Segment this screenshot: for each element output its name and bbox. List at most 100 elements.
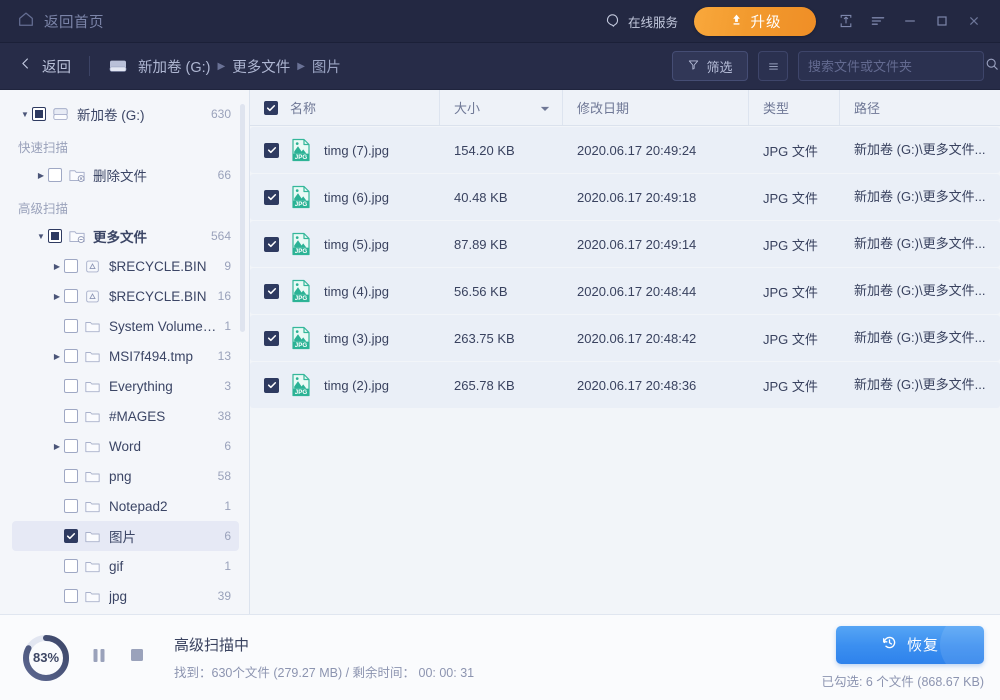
row-checkbox[interactable] [264,237,279,252]
tree-item-count: 16 [218,289,231,303]
home-icon [17,10,35,33]
column-header-type[interactable]: 类型 [749,90,840,125]
back-label: 返回 [42,56,71,77]
tree-checkbox[interactable] [64,379,78,393]
caret-down-icon[interactable] [540,100,550,115]
tree-item-3[interactable]: ▶$RECYCLE.BIN16 [12,281,239,311]
cell-type: JPG 文件 [749,329,840,348]
tree-item-6[interactable]: ▶Everything3 [12,371,239,401]
expand-arrow-icon[interactable]: ▶ [50,442,64,451]
tree-item-4[interactable]: ▶System Volume Inf...1 [12,311,239,341]
cell-size: 265.78 KB [440,378,563,393]
table-row[interactable]: JPGtimg (3).jpg263.75 KB2020.06.17 20:48… [250,315,1000,361]
menu-icon[interactable] [862,0,894,43]
table-row[interactable]: JPGtimg (4).jpg56.56 KB2020.06.17 20:48:… [250,268,1000,314]
cell-size: 87.89 KB [440,237,563,252]
tree-item-5[interactable]: ▶MSI7f494.tmp13 [12,341,239,371]
hard-drive-icon [52,107,70,122]
column-header-size[interactable]: 大小 [440,90,563,125]
table-row[interactable]: JPGtimg (5).jpg87.89 KB2020.06.17 20:49:… [250,221,1000,267]
breadcrumb-item-0[interactable]: 新加卷 (G:) [138,56,211,77]
table-row[interactable]: JPGtimg (6).jpg40.48 KB2020.06.17 20:49:… [250,174,1000,220]
tree-item-12[interactable]: ▶gif1 [12,551,239,581]
upgrade-button[interactable]: 升级 [694,7,816,36]
expand-arrow-icon[interactable]: ▶ [50,352,64,361]
table-row[interactable]: JPGtimg (2).jpg265.78 KB2020.06.17 20:48… [250,362,1000,408]
search-icon[interactable] [984,56,1000,77]
row-checkbox[interactable] [264,378,279,393]
tree-group-title-1: 高级扫描 [0,190,249,221]
column-header-name[interactable]: 名称 [250,90,440,125]
tree-checkbox[interactable] [48,168,62,182]
filter-button[interactable]: 筛选 [672,51,748,81]
upgrade-arrow-icon [729,12,744,31]
tree-checkbox[interactable] [48,229,62,243]
breadcrumb-item-1[interactable]: 更多文件 [232,56,290,77]
sidebar-scrollbar[interactable] [240,104,245,332]
tree-item-8[interactable]: ▶Word6 [12,431,239,461]
tree-item-root[interactable]: ▼新加卷 (G:)630 [12,99,239,129]
back-button[interactable]: 返回 [18,56,71,77]
column-header-date[interactable]: 修改日期 [563,90,749,125]
pause-button[interactable] [86,645,112,671]
tree-item-1[interactable]: ▼更多文件564 [12,221,239,251]
tree-item-label: #MAGES [109,409,210,424]
scan-status: 高级扫描中 找到：630个文件 (279.27 MB) / 剩余时间： 00: … [174,634,474,681]
tree-checkbox[interactable] [64,349,78,363]
cell-path: 新加卷 (G:)\更多文件... [840,315,1000,361]
expand-arrow-icon[interactable]: ▼ [18,110,32,119]
tree-item-13[interactable]: ▶jpg39 [12,581,239,611]
tree-item-11[interactable]: ▶图片6 [12,521,239,551]
tree-checkbox[interactable] [64,409,78,423]
tree-checkbox[interactable] [32,107,46,121]
tree-item-2[interactable]: ▶$RECYCLE.BIN9 [12,251,239,281]
stop-button[interactable] [124,645,150,671]
tree-checkbox[interactable] [64,259,78,273]
tree-checkbox[interactable] [64,559,78,573]
list-view-icon[interactable] [758,51,788,81]
tree-checkbox[interactable] [64,499,78,513]
deleted-folder-icon [68,167,86,183]
row-checkbox[interactable] [264,143,279,158]
search-box[interactable] [798,51,984,81]
close-icon[interactable] [958,0,990,43]
table-row[interactable]: JPGtimg (7).jpg154.20 KB2020.06.17 20:49… [250,127,1000,173]
column-header-type-label: 类型 [763,98,789,117]
minimize-icon[interactable] [894,0,926,43]
cell-name: JPGtimg (3).jpg [250,326,440,350]
tree-checkbox[interactable] [64,439,78,453]
export-icon[interactable] [830,0,862,43]
row-checkbox[interactable] [264,190,279,205]
maximize-icon[interactable] [926,0,958,43]
search-input[interactable] [808,59,984,74]
jpg-file-icon: JPG [290,326,312,350]
tree-checkbox[interactable] [64,469,78,483]
jpg-file-icon: JPG [290,185,312,209]
recover-button[interactable]: 恢复 [836,626,984,664]
expand-arrow-icon[interactable]: ▶ [34,171,48,180]
tree-item-7[interactable]: ▶#MAGES38 [12,401,239,431]
online-service-button[interactable]: 在线服务 [604,11,678,31]
tree-checkbox[interactable] [64,289,78,303]
tree-item-count: 38 [218,409,231,423]
home-button[interactable]: 返回首页 [17,10,104,33]
row-checkbox[interactable] [264,331,279,346]
column-header-path[interactable]: 路径 [840,90,1000,125]
tree-checkbox[interactable] [64,529,78,543]
expand-arrow-icon[interactable]: ▶ [50,262,64,271]
tree-checkbox[interactable] [64,589,78,603]
row-checkbox[interactable] [264,284,279,299]
breadcrumb-item-2[interactable]: 图片 [312,56,341,77]
funnel-icon [687,58,700,74]
tree-item-9[interactable]: ▶png58 [12,461,239,491]
cell-name: JPGtimg (7).jpg [250,138,440,162]
tree-item-0[interactable]: ▶删除文件66 [12,160,239,190]
select-all-checkbox[interactable] [264,101,278,115]
tree-checkbox[interactable] [64,319,78,333]
online-service-label: 在线服务 [628,12,678,31]
folder-icon [84,379,102,394]
svg-text:JPG: JPG [295,389,308,396]
expand-arrow-icon[interactable]: ▶ [50,292,64,301]
expand-arrow-icon[interactable]: ▼ [34,232,48,241]
tree-item-10[interactable]: ▶Notepad21 [12,491,239,521]
